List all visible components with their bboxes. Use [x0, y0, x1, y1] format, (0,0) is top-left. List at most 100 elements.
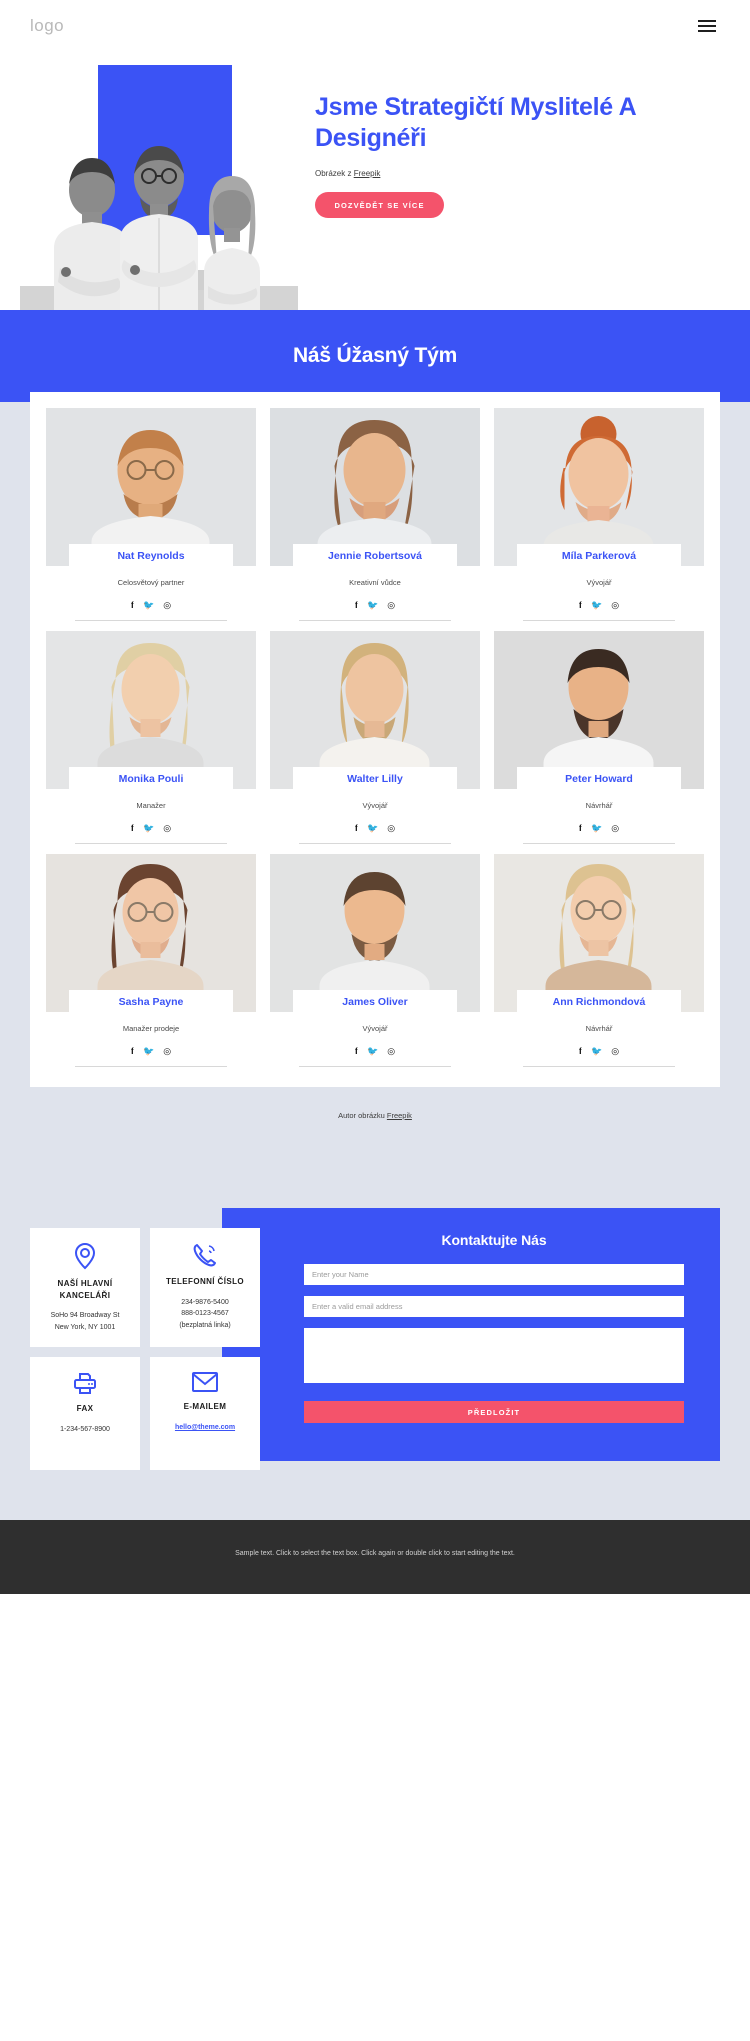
contact-card-office: NAŠÍ HLAVNÍ KANCELÁŘI SoHo 94 Broadway S… [30, 1228, 140, 1348]
facebook-icon[interactable]: 𝐟 [355, 824, 358, 833]
instagram-icon[interactable]: ◎ [163, 824, 171, 833]
instagram-icon[interactable]: ◎ [611, 824, 619, 833]
team-grid-panel: Nat Reynolds Celosvětový partner 𝐟 🐦 ◎ J… [30, 392, 720, 1087]
hamburger-menu-icon[interactable] [694, 16, 720, 36]
member-role: Návrhář [585, 1024, 613, 1033]
facebook-icon[interactable]: 𝐟 [579, 824, 582, 833]
contact-card-title: FAX [76, 1404, 94, 1414]
team-member-card[interactable]: Ann Richmondová Návrhář 𝐟 🐦 ◎ [494, 854, 704, 1067]
member-social-links: 𝐟 🐦 ◎ [270, 601, 480, 610]
hero-credit-link[interactable]: Freepik [354, 169, 381, 178]
footer-sample-text[interactable]: Sample text. Click to select the text bo… [225, 1548, 525, 1560]
twitter-icon[interactable]: 🐦 [367, 1047, 378, 1056]
site-logo[interactable]: logo [30, 16, 64, 36]
member-portrait-illustration [494, 408, 704, 566]
team-member-card[interactable]: Monika Pouli Manažer 𝐟 🐦 ◎ [46, 631, 256, 844]
contact-card-line: hello@theme.com [158, 1422, 252, 1434]
message-textarea[interactable] [304, 1328, 684, 1383]
facebook-icon[interactable]: 𝐟 [131, 824, 134, 833]
site-footer: Sample text. Click to select the text bo… [0, 1520, 750, 1595]
member-portrait-illustration [270, 408, 480, 566]
member-name: Walter Lilly [347, 773, 403, 785]
team-member-card[interactable]: James Oliver Vývojář 𝐟 🐦 ◎ [270, 854, 480, 1067]
member-social-links: 𝐟 🐦 ◎ [494, 1047, 704, 1056]
instagram-icon[interactable]: ◎ [387, 601, 395, 610]
instagram-icon[interactable]: ◎ [387, 1047, 395, 1056]
member-role: Manažer [136, 801, 166, 810]
hero-title: Jsme Strategičtí Myslitelé A Designéři [315, 93, 636, 152]
member-role: Manažer prodeje [122, 1024, 180, 1033]
instagram-icon[interactable]: ◎ [611, 1047, 619, 1056]
facebook-icon[interactable]: 𝐟 [355, 601, 358, 610]
contact-card-line: (bezplatná linka) [179, 1321, 231, 1329]
team-member-card[interactable]: Sasha Payne Manažer prodeje 𝐟 🐦 ◎ [46, 854, 256, 1067]
location-pin-icon [38, 1242, 132, 1270]
contact-form-title: Kontaktujte Nás [441, 1232, 547, 1248]
team-member-card[interactable]: Jennie Robertsová Kreativní vůdce 𝐟 🐦 ◎ [270, 408, 480, 621]
team-member-card[interactable]: Peter Howard Návrhář 𝐟 🐦 ◎ [494, 631, 704, 844]
member-social-links: 𝐟 🐦 ◎ [270, 1047, 480, 1056]
member-photo [494, 631, 704, 789]
member-divider [75, 843, 227, 844]
twitter-icon[interactable]: 🐦 [143, 824, 154, 833]
instagram-icon[interactable]: ◎ [611, 601, 619, 610]
member-photo [46, 631, 256, 789]
member-role: Návrhář [585, 801, 613, 810]
contact-info-grid: NAŠÍ HLAVNÍ KANCELÁŘI SoHo 94 Broadway S… [30, 1228, 260, 1471]
member-caption: Walter Lilly [293, 767, 457, 789]
twitter-icon[interactable]: 🐦 [143, 601, 154, 610]
twitter-icon[interactable]: 🐦 [143, 1047, 154, 1056]
member-name: Jennie Robertsová [328, 550, 422, 562]
twitter-icon[interactable]: 🐦 [591, 1047, 602, 1056]
twitter-icon[interactable]: 🐦 [367, 601, 378, 610]
member-photo [46, 408, 256, 566]
member-social-links: 𝐟 🐦 ◎ [46, 1047, 256, 1056]
hero-team-photo [20, 120, 298, 310]
member-name: Ann Richmondová [552, 996, 646, 1008]
submit-button[interactable]: PŘEDLOŽIT [304, 1401, 684, 1423]
team-member-card[interactable]: Nat Reynolds Celosvětový partner 𝐟 🐦 ◎ [46, 408, 256, 621]
member-divider [75, 1066, 227, 1067]
facebook-icon[interactable]: 𝐟 [355, 1047, 358, 1056]
member-photo [494, 854, 704, 1012]
facebook-icon[interactable]: 𝐟 [131, 601, 134, 610]
contact-card-phone: TELEFONNÍ ČÍSLO 234-9876-5400 888-0123-4… [150, 1228, 260, 1348]
site-header: logo [0, 0, 750, 52]
member-divider [523, 843, 675, 844]
fax-printer-icon [38, 1371, 132, 1395]
contact-inner: NAŠÍ HLAVNÍ KANCELÁŘI SoHo 94 Broadway S… [0, 1210, 750, 1471]
envelope-icon [158, 1371, 252, 1393]
hero-cta-button[interactable]: DOZVĚDĚT SE VÍCE [315, 192, 444, 218]
member-divider [523, 620, 675, 621]
facebook-icon[interactable]: 𝐟 [579, 601, 582, 610]
contact-section: NAŠÍ HLAVNÍ KANCELÁŘI SoHo 94 Broadway S… [0, 1180, 750, 1521]
contact-card-fax: FAX 1-234-567-8900 [30, 1357, 140, 1471]
instagram-icon[interactable]: ◎ [387, 824, 395, 833]
instagram-icon[interactable]: ◎ [163, 1047, 171, 1056]
member-role: Vývojář [586, 578, 612, 587]
instagram-icon[interactable]: ◎ [163, 601, 171, 610]
member-divider [75, 620, 227, 621]
facebook-icon[interactable]: 𝐟 [131, 1047, 134, 1056]
team-credit-link[interactable]: Freepik [387, 1111, 412, 1120]
team-row: Monika Pouli Manažer 𝐟 🐦 ◎ Walter Lilly … [46, 631, 704, 844]
twitter-icon[interactable]: 🐦 [367, 824, 378, 833]
twitter-icon[interactable]: 🐦 [591, 824, 602, 833]
contact-card-line: SoHo 94 Broadway St [50, 1312, 120, 1320]
name-input[interactable] [304, 1264, 684, 1285]
member-name: Nat Reynolds [117, 550, 185, 562]
team-member-card[interactable]: Walter Lilly Vývojář 𝐟 🐦 ◎ [270, 631, 480, 844]
member-caption: Míla Parkerová [517, 544, 681, 566]
member-caption: Sasha Payne [69, 990, 233, 1012]
facebook-icon[interactable]: 𝐟 [579, 1047, 582, 1056]
member-divider [299, 843, 451, 844]
contact-card-line: 1-234-567-8900 [60, 1425, 110, 1433]
email-link[interactable]: hello@theme.com [175, 1424, 235, 1431]
twitter-icon[interactable]: 🐦 [591, 601, 602, 610]
email-input[interactable] [304, 1296, 684, 1317]
team-row: Sasha Payne Manažer prodeje 𝐟 🐦 ◎ James … [46, 854, 704, 1067]
team-member-card[interactable]: Míla Parkerová Vývojář 𝐟 🐦 ◎ [494, 408, 704, 621]
member-role: Kreativní vůdce [349, 578, 401, 587]
member-social-links: 𝐟 🐦 ◎ [494, 824, 704, 833]
member-photo [270, 854, 480, 1012]
